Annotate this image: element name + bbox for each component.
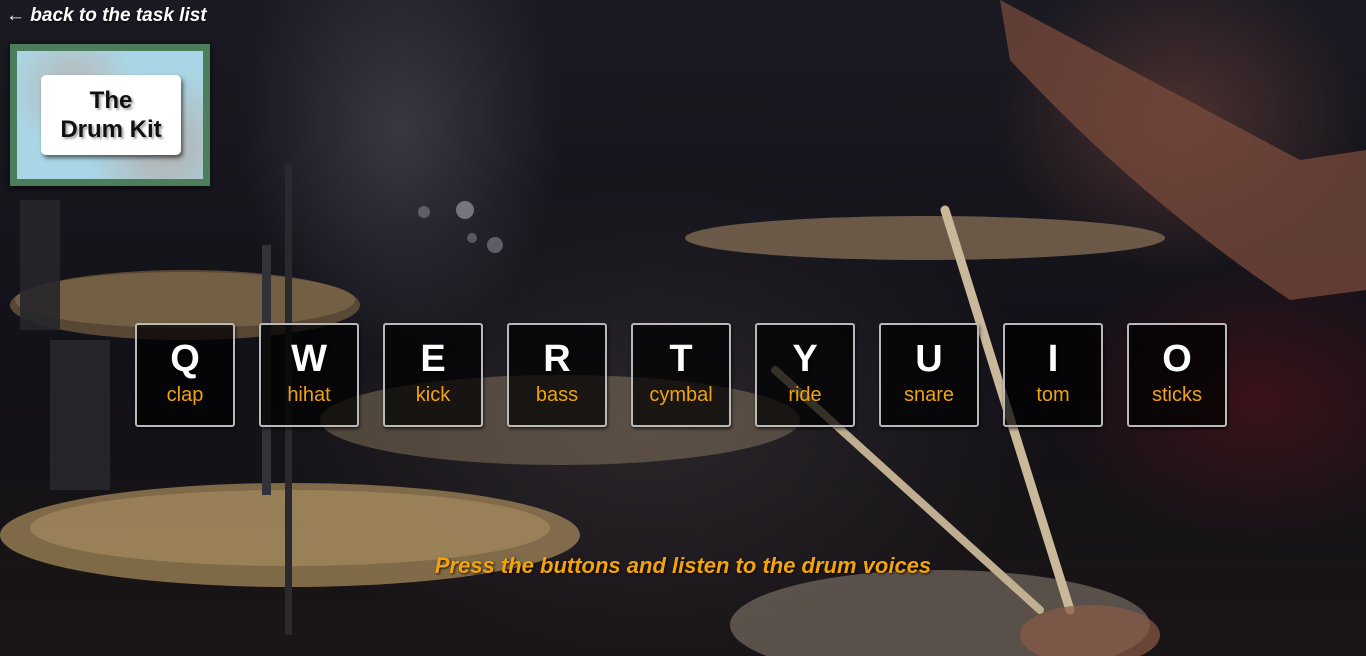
key-sound-label: snare [903, 384, 955, 406]
key-sound-label: ride [788, 384, 822, 406]
key-letter: Q [170, 338, 200, 380]
logo-background: The Drum Kit [17, 51, 203, 179]
drum-kit-logo: The Drum Kit [10, 44, 210, 186]
drum-key-t[interactable]: T cymbal [631, 323, 731, 427]
key-letter: U [915, 338, 943, 380]
logo-title-line1: The [89, 87, 133, 114]
drum-key-q[interactable]: Q clap [135, 323, 235, 427]
key-sound-label: cymbal [649, 384, 713, 406]
instructions-text: Press the buttons and listen to the drum… [434, 553, 932, 578]
key-letter: T [669, 338, 693, 380]
logo-title: The Drum Kit [60, 86, 161, 144]
drum-keys-row: Q clap W hihat E kick R bass T cymbal Y … [135, 323, 1235, 433]
drum-key-o[interactable]: O sticks [1127, 323, 1227, 427]
back-to-task-list-link[interactable]: ← back to the task list [6, 5, 207, 27]
key-sound-label: hihat [287, 384, 331, 406]
logo-card: The Drum Kit [41, 75, 181, 155]
key-sound-label: bass [535, 384, 579, 406]
drum-key-w[interactable]: W hihat [259, 323, 359, 427]
key-sound-label: kick [415, 384, 451, 406]
key-letter: O [1162, 338, 1192, 380]
drum-key-r[interactable]: R bass [507, 323, 607, 427]
key-letter: W [291, 338, 327, 380]
drum-key-y[interactable]: Y ride [755, 323, 855, 427]
key-sound-label: sticks [1152, 384, 1202, 406]
key-sound-label: clap [166, 384, 204, 406]
drum-key-i[interactable]: I tom [1003, 323, 1103, 427]
key-letter: E [420, 338, 446, 380]
drum-key-e[interactable]: E kick [383, 323, 483, 427]
key-letter: R [543, 338, 571, 380]
key-letter: Y [792, 338, 818, 380]
drum-key-u[interactable]: U snare [879, 323, 979, 427]
key-letter: I [1047, 338, 1059, 380]
key-sound-label: tom [1036, 384, 1070, 406]
logo-title-line2: Drum Kit [60, 116, 162, 143]
